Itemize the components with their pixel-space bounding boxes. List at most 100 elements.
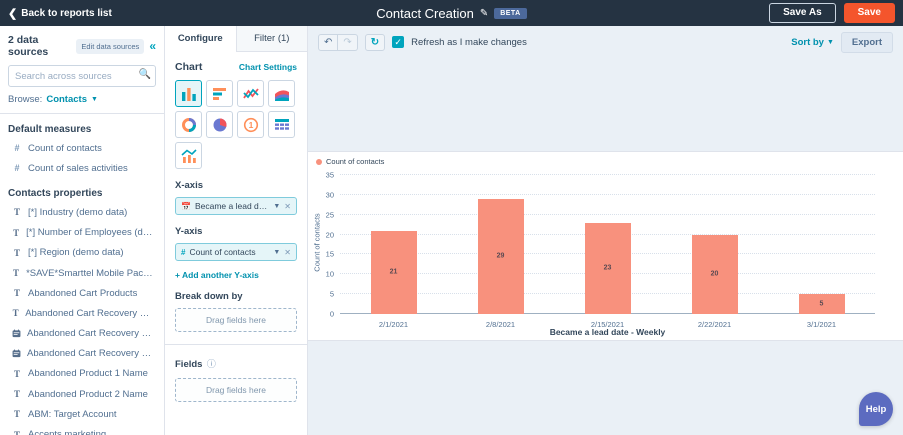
chart-settings-link[interactable]: Chart Settings — [239, 62, 297, 72]
break-down-by-label: Break down by — [175, 291, 243, 302]
combo-chart-icon — [180, 148, 197, 163]
field-label: Abandoned Product 1 Name — [28, 368, 148, 380]
bar-value-label: 29 — [496, 252, 505, 260]
kpi-type-button[interactable]: 1 — [237, 111, 264, 138]
legend-label: Count of contacts — [326, 157, 385, 166]
text-type-icon: T — [13, 268, 20, 279]
svg-text:1: 1 — [248, 120, 253, 130]
y-axis-field-pill[interactable]: # Count of contacts ▼ ✕ — [175, 243, 297, 261]
remove-field-icon[interactable]: ✕ — [284, 202, 291, 211]
field-label: ABM: Target Account — [28, 408, 117, 420]
y-axis-label: Y-axis — [175, 226, 203, 237]
column-chart-icon — [181, 87, 196, 101]
property-item[interactable]: T [*] Number of Employees (demo data) — [0, 223, 164, 243]
date-type-icon — [12, 349, 21, 358]
edit-data-sources-button[interactable]: Edit data sources — [76, 38, 145, 54]
text-type-icon: T — [13, 227, 20, 238]
tab-filter[interactable]: Filter (1) — [235, 26, 307, 52]
field-label: [*] Number of Employees (demo data) — [26, 227, 156, 239]
undo-button[interactable]: ↶ — [318, 33, 339, 51]
gridline: 30 — [326, 190, 875, 199]
measure-item[interactable]: # Count of sales activities — [0, 158, 164, 178]
horizontal-bar-chart-type-button[interactable] — [206, 80, 233, 107]
y-tick-label: 5 — [329, 289, 334, 299]
y-tick-label: 25 — [325, 210, 334, 220]
property-item[interactable]: T Accepts marketing — [0, 424, 164, 435]
property-item[interactable]: T *SAVE*Smarttel Mobile Package Type — [0, 263, 164, 283]
number-type-icon: # — [181, 247, 186, 257]
search-icon[interactable]: 🔍 — [139, 69, 151, 80]
property-item[interactable]: T Abandoned Cart Products — [0, 283, 164, 303]
bar: 23 — [584, 222, 631, 314]
fields-label: Fields — [175, 359, 203, 370]
property-item[interactable]: T Abandoned Cart Recovery Workflow Con... — [0, 303, 164, 323]
refresh-checkbox-label: Refresh as I make changes — [411, 36, 527, 48]
beta-badge: BETA — [494, 7, 527, 19]
field-label: Accepts marketing — [28, 429, 107, 435]
property-item[interactable]: T Abandoned Product 1 Name — [0, 364, 164, 384]
refresh-button[interactable]: ↻ — [364, 33, 386, 51]
field-label: Count of sales activities — [28, 162, 128, 174]
donut-chart-type-button[interactable] — [175, 111, 202, 138]
property-item[interactable]: T ABM: Target Account — [0, 404, 164, 424]
property-item[interactable]: T [*] Industry (demo data) — [0, 202, 164, 222]
area-chart-type-button[interactable] — [268, 80, 295, 107]
field-label: *SAVE*Smarttel Mobile Package Type — [26, 267, 156, 279]
collapse-sidebar-icon[interactable]: « — [149, 39, 156, 53]
column-chart-type-button[interactable] — [175, 80, 202, 107]
y-tick-label: 0 — [329, 309, 334, 319]
x-axis-field-pill[interactable]: 📅 Became a lead date - Weekly ▼ ✕ — [175, 197, 297, 215]
kpi-icon: 1 — [243, 117, 258, 132]
chart-type-grid: 1 — [175, 80, 297, 169]
property-item[interactable]: T Abandoned Product 2 Name — [0, 384, 164, 404]
combo-chart-type-button[interactable] — [175, 142, 202, 169]
add-another-y-axis-link[interactable]: + Add another Y-axis — [175, 270, 297, 280]
search-sources-input[interactable] — [8, 65, 156, 87]
panel-tabs: Configure Filter (1) — [165, 26, 307, 52]
property-item[interactable]: Abandoned Cart Recovery Workflow Con... — [0, 324, 164, 344]
edit-title-pencil-icon[interactable]: ✎ — [480, 8, 488, 19]
chevron-down-icon[interactable]: ▼ — [273, 203, 280, 210]
data-sources-count: 2 data sources — [8, 34, 49, 58]
refresh-checkbox[interactable]: ✓ — [392, 36, 405, 48]
field-label: Abandoned Product 2 Name — [28, 388, 148, 400]
x-axis-field-name: Became a lead date - Weekly — [194, 201, 270, 211]
fields-drop-zone[interactable]: Drag fields here — [175, 378, 297, 402]
tab-configure[interactable]: Configure — [165, 26, 236, 52]
measure-item[interactable]: # Count of contacts — [0, 138, 164, 158]
gridline: 35 — [326, 171, 875, 180]
field-label: [*] Region (demo data) — [28, 247, 124, 259]
text-type-icon: T — [12, 308, 19, 319]
divider — [0, 113, 164, 114]
chart-legend[interactable]: Count of contacts — [316, 157, 384, 166]
sort-by-dropdown[interactable]: Sort by ▼ — [791, 37, 834, 48]
x-axis-title: Became a lead date - Weekly — [549, 327, 666, 337]
save-as-button[interactable]: Save As — [769, 3, 836, 23]
text-type-icon: T — [13, 429, 20, 435]
browse-source-dropdown[interactable]: Contacts — [46, 94, 87, 105]
data-sources-sidebar: 2 data sources Edit data sources « 🔍 Bro… — [0, 26, 165, 435]
calendar-icon: 📅 — [181, 201, 191, 211]
table-type-button[interactable] — [268, 111, 295, 138]
line-chart-type-button[interactable] — [237, 80, 264, 107]
text-type-icon: T — [13, 247, 20, 258]
property-item[interactable]: T [*] Region (demo data) — [0, 243, 164, 263]
help-button[interactable]: Help — [859, 392, 893, 426]
chevron-down-icon: ▼ — [826, 38, 834, 46]
bar-value-label: 23 — [603, 264, 612, 272]
remove-field-icon[interactable]: ✕ — [284, 248, 291, 257]
property-item[interactable]: Abandoned Cart Recovery Workflow Start..… — [0, 344, 164, 364]
text-type-icon: T — [13, 409, 20, 420]
line-chart-icon — [242, 87, 259, 98]
back-to-reports-link[interactable]: ❮ Back to reports list — [8, 7, 112, 20]
number-type-icon: # — [14, 143, 20, 154]
save-button[interactable]: Save — [843, 3, 895, 23]
bar: 20 — [691, 234, 738, 314]
pie-chart-type-button[interactable] — [206, 111, 233, 138]
redo-button[interactable]: ↷ — [338, 33, 358, 51]
export-button[interactable]: Export — [840, 31, 893, 53]
text-type-icon: T — [13, 389, 20, 400]
break-down-drop-zone[interactable]: Drag fields here — [175, 308, 297, 332]
field-label: Count of contacts — [28, 142, 102, 154]
chevron-down-icon[interactable]: ▼ — [273, 249, 280, 256]
